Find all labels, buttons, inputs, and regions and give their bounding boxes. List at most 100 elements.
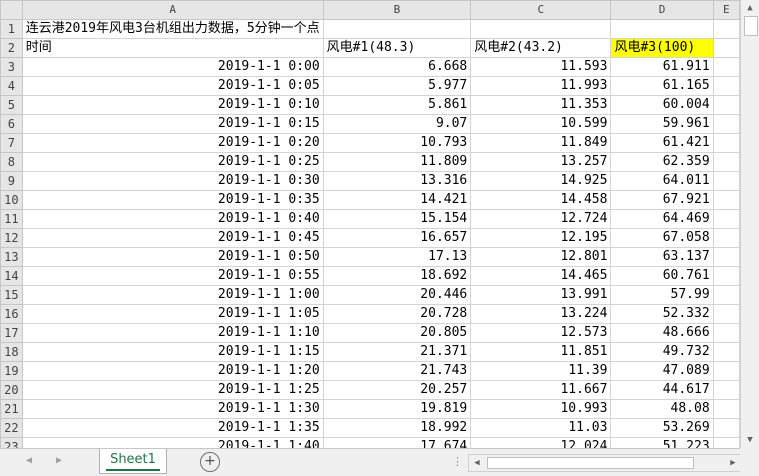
column-header-b[interactable]: B <box>322 0 472 20</box>
wind-2-cell[interactable]: 12.573 <box>470 323 612 343</box>
wind-3-cell[interactable]: 48.666 <box>610 323 714 343</box>
wind-1-cell[interactable]: 16.657 <box>322 228 472 248</box>
row-header[interactable]: 10 <box>0 190 23 210</box>
time-cell[interactable]: 2019-1-1 1:05 <box>21 304 324 324</box>
wind-1-cell[interactable]: 17.13 <box>322 247 472 267</box>
horizontal-scroll-thumb[interactable] <box>487 457 694 469</box>
tab-sheet1[interactable]: Sheet1 <box>99 449 167 474</box>
spreadsheet-grid[interactable]: A B C D E 1 连云港2019年风电3台机组出力数据，5分钟一个点 2 … <box>0 0 740 448</box>
wind-2-cell[interactable]: 14.458 <box>470 190 612 210</box>
wind-1-cell[interactable]: 11.809 <box>322 152 472 172</box>
time-cell[interactable]: 2019-1-1 0:20 <box>21 133 324 153</box>
cell[interactable] <box>712 399 740 419</box>
time-cell[interactable]: 2019-1-1 0:45 <box>21 228 324 248</box>
time-cell[interactable]: 2019-1-1 0:05 <box>21 76 324 96</box>
wind-3-cell[interactable]: 64.469 <box>610 209 714 229</box>
wind-3-cell[interactable]: 61.421 <box>610 133 714 153</box>
cell[interactable] <box>712 342 740 362</box>
cell[interactable] <box>712 133 740 153</box>
row-header[interactable]: 18 <box>0 342 23 362</box>
cell[interactable] <box>712 228 740 248</box>
time-cell[interactable]: 2019-1-1 0:10 <box>21 95 324 115</box>
wind-1-cell[interactable]: 21.371 <box>322 342 472 362</box>
wind-1-cell[interactable]: 19.819 <box>322 399 472 419</box>
wind-2-cell[interactable]: 14.465 <box>470 266 612 286</box>
row-header[interactable]: 13 <box>0 247 23 267</box>
cell[interactable] <box>712 380 740 400</box>
time-cell[interactable]: 2019-1-1 1:15 <box>21 342 324 362</box>
row-header[interactable]: 20 <box>0 380 23 400</box>
cell[interactable] <box>712 114 740 134</box>
split-handle-icon[interactable]: ⋮ <box>452 455 463 468</box>
cell[interactable] <box>712 95 740 115</box>
cell[interactable] <box>712 266 740 286</box>
time-cell[interactable]: 2019-1-1 1:30 <box>21 399 324 419</box>
row-header[interactable]: 22 <box>0 418 23 438</box>
wind-1-cell[interactable]: 5.977 <box>322 76 472 96</box>
wind-2-cell[interactable]: 13.257 <box>470 152 612 172</box>
cell[interactable] <box>712 285 740 305</box>
cell[interactable] <box>712 361 740 381</box>
time-cell[interactable]: 2019-1-1 1:00 <box>21 285 324 305</box>
wind-2-cell[interactable]: 11.993 <box>470 76 612 96</box>
vertical-scrollbar[interactable]: ▲ ▼ <box>740 0 759 448</box>
wind-1-cell[interactable]: 13.316 <box>322 171 472 191</box>
cell[interactable] <box>322 19 472 39</box>
scroll-left-icon[interactable]: ◀ <box>471 457 483 469</box>
wind-3-cell[interactable]: 44.617 <box>610 380 714 400</box>
scroll-right-icon[interactable]: ▶ <box>727 457 739 469</box>
row-header[interactable]: 5 <box>0 95 23 115</box>
wind-3-cell[interactable]: 61.911 <box>610 57 714 77</box>
wind-3-cell[interactable]: 48.08 <box>610 399 714 419</box>
row-header[interactable]: 12 <box>0 228 23 248</box>
row-header[interactable]: 1 <box>0 19 23 39</box>
wind-3-cell[interactable]: 53.269 <box>610 418 714 438</box>
wind-3-cell[interactable]: 62.359 <box>610 152 714 172</box>
time-cell[interactable]: 2019-1-1 0:30 <box>21 171 324 191</box>
time-cell[interactable]: 2019-1-1 1:10 <box>21 323 324 343</box>
wind-2-cell[interactable]: 12.024 <box>470 437 612 448</box>
wind-2-cell[interactable]: 13.991 <box>470 285 612 305</box>
cell[interactable] <box>712 247 740 267</box>
column-header-d[interactable]: D <box>610 0 714 20</box>
row-header[interactable]: 3 <box>0 57 23 77</box>
wind-1-cell[interactable]: 21.743 <box>322 361 472 381</box>
wind-2-cell[interactable]: 11.851 <box>470 342 612 362</box>
column-header-a[interactable]: A <box>21 0 324 20</box>
cell[interactable] <box>712 38 740 58</box>
wind-3-cell[interactable]: 57.99 <box>610 285 714 305</box>
wind-1-cell[interactable]: 18.992 <box>322 418 472 438</box>
time-cell[interactable]: 2019-1-1 1:25 <box>21 380 324 400</box>
time-cell[interactable]: 2019-1-1 0:35 <box>21 190 324 210</box>
wind-3-cell[interactable]: 67.058 <box>610 228 714 248</box>
horizontal-scrollbar[interactable]: ◀ ▶ <box>468 454 742 472</box>
wind-2-cell[interactable]: 11.03 <box>470 418 612 438</box>
wind-2-cell[interactable]: 10.993 <box>470 399 612 419</box>
row-header[interactable]: 4 <box>0 76 23 96</box>
wind-1-cell[interactable]: 20.805 <box>322 323 472 343</box>
cell[interactable] <box>712 209 740 229</box>
wind-2-cell[interactable]: 14.925 <box>470 171 612 191</box>
time-cell[interactable]: 2019-1-1 0:40 <box>21 209 324 229</box>
row-header[interactable]: 23 <box>0 437 23 448</box>
cell[interactable] <box>712 57 740 77</box>
title-cell[interactable]: 连云港2019年风电3台机组出力数据，5分钟一个点 <box>21 19 324 39</box>
wind-1-cell[interactable]: 10.793 <box>322 133 472 153</box>
wind-2-cell[interactable]: 10.599 <box>470 114 612 134</box>
tab-prev-icon[interactable]: ◀ <box>26 455 32 466</box>
wind-1-cell[interactable]: 5.861 <box>322 95 472 115</box>
cell[interactable] <box>470 19 612 39</box>
row-header[interactable]: 8 <box>0 152 23 172</box>
select-all-corner[interactable] <box>0 0 23 20</box>
wind-3-cell[interactable]: 61.165 <box>610 76 714 96</box>
wind-1-cell[interactable]: 6.668 <box>322 57 472 77</box>
wind-3-cell[interactable]: 51.223 <box>610 437 714 448</box>
cell[interactable] <box>712 437 740 448</box>
header-cell-wind-1[interactable]: 风电#1(48.3) <box>322 38 472 58</box>
wind-2-cell[interactable]: 12.195 <box>470 228 612 248</box>
vertical-scroll-thumb[interactable] <box>744 16 758 36</box>
row-header[interactable]: 21 <box>0 399 23 419</box>
wind-3-cell[interactable]: 60.761 <box>610 266 714 286</box>
time-cell[interactable]: 2019-1-1 1:20 <box>21 361 324 381</box>
wind-1-cell[interactable]: 20.257 <box>322 380 472 400</box>
